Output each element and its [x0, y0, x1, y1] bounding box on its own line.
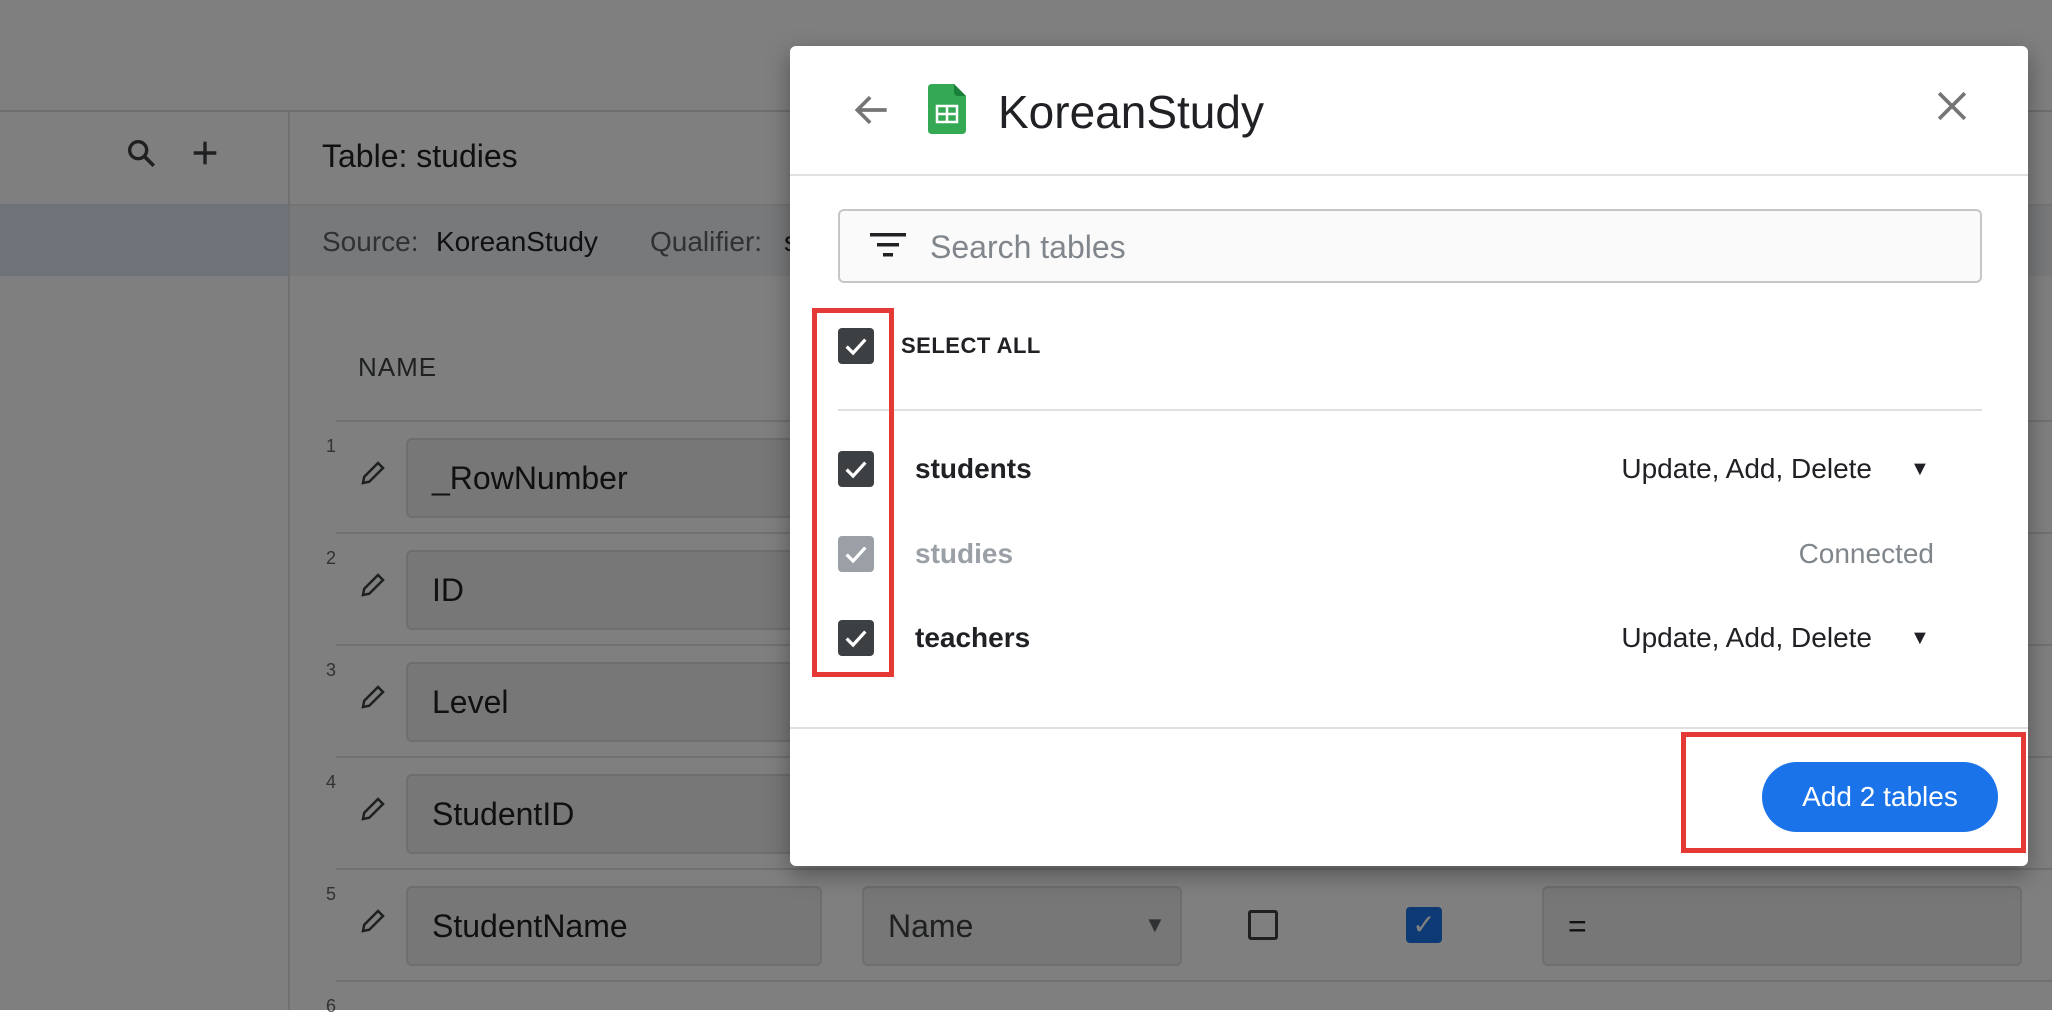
footer-divider — [790, 727, 2028, 729]
table-name-teachers[interactable]: teachers — [915, 620, 1030, 656]
search-input[interactable] — [928, 217, 1972, 277]
permission-select-students[interactable]: Update, Add, Delete — [1530, 451, 1872, 487]
arrow-left-icon[interactable] — [850, 88, 894, 143]
filter-icon[interactable] — [870, 231, 906, 259]
search-box[interactable] — [838, 209, 1982, 283]
table-name-studies: studies — [915, 538, 1014, 569]
highlight-checkbox-column — [812, 308, 894, 677]
select-all-label[interactable]: SELECT ALL — [901, 328, 1041, 364]
dialog-title: KoreanStudy — [998, 86, 1264, 138]
caret-down-icon[interactable]: ▼ — [1910, 451, 1930, 487]
permission-select-teachers[interactable]: Update, Add, Delete — [1530, 620, 1872, 656]
table-name-students[interactable]: students — [915, 451, 1032, 487]
connected-status: Connected — [1798, 538, 1934, 569]
close-icon[interactable] — [1930, 84, 1974, 139]
highlight-add-button — [1681, 732, 2026, 853]
select-all-divider — [838, 409, 1982, 411]
caret-down-icon[interactable]: ▼ — [1910, 620, 1930, 656]
header-divider — [790, 174, 2028, 176]
google-sheets-icon — [928, 84, 966, 134]
